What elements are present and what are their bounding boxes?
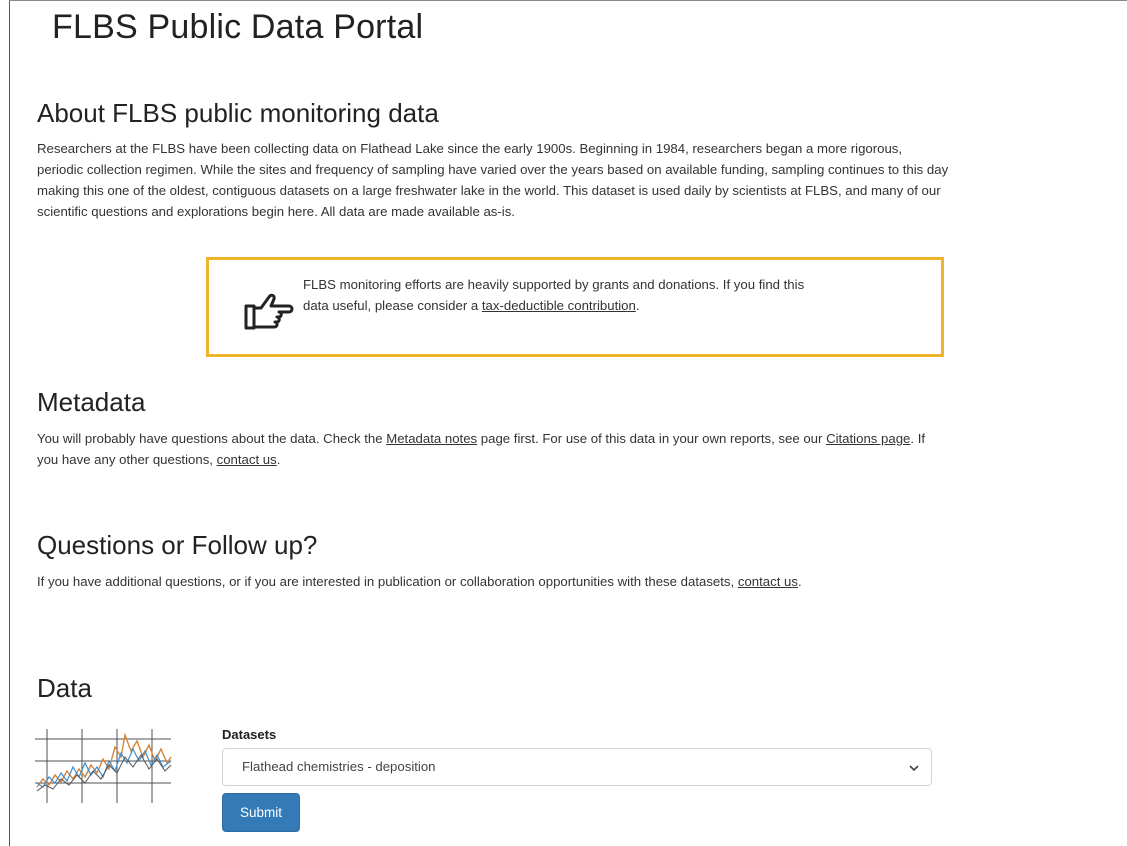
page-frame-top-border [9, 0, 1127, 1]
page-frame-left-border [9, 0, 10, 846]
about-line: Researchers at the FLBS have been collec… [37, 141, 903, 156]
about-line: periodic collection regimen. While the s… [37, 162, 949, 177]
questions-contact-us-link[interactable]: contact us [738, 574, 798, 589]
about-line: scientific questions and explorations be… [37, 204, 515, 219]
datasets-label: Datasets [222, 727, 277, 742]
about-line: making this one of the oldest, contiguou… [37, 183, 941, 198]
timeseries-thumbnail-icon [35, 729, 172, 803]
callout-text-prefix: data useful, please consider a [303, 298, 482, 313]
pointing-hand-icon [244, 293, 294, 330]
metadata-heading: Metadata [37, 387, 146, 417]
callout-line: FLBS monitoring efforts are heavily supp… [303, 277, 805, 292]
donation-callout: FLBS monitoring efforts are heavily supp… [206, 257, 944, 357]
about-heading: About FLBS public monitoring data [37, 98, 439, 128]
metadata-text: You will probably have questions about t… [37, 431, 387, 446]
tax-deductible-contribution-link[interactable]: tax-deductible contribution [482, 298, 636, 313]
metadata-contact-us-link[interactable]: contact us [217, 452, 277, 467]
citations-page-link[interactable]: Citations page [826, 431, 910, 446]
callout-text-suffix: . [635, 298, 640, 313]
metadata-text: page first. For use of this data in your… [477, 431, 827, 446]
questions-text: . [797, 574, 802, 589]
questions-heading: Questions or Follow up? [37, 530, 318, 560]
about-paragraph: Researchers at the FLBS have been collec… [37, 138, 1122, 222]
page-title: FLBS Public Data Portal [52, 8, 424, 46]
metadata-text: . If [910, 431, 926, 446]
callout-line: data useful, please consider a tax-deduc… [303, 295, 913, 316]
metadata-line: you have any other questions, contact us… [37, 449, 1122, 470]
datasets-selected-value: Flathead chemistries - deposition [242, 759, 436, 774]
metadata-line: You will probably have questions about t… [37, 428, 1122, 449]
questions-paragraph: If you have additional questions, or if … [37, 571, 1122, 592]
submit-button[interactable]: Submit [222, 793, 300, 832]
data-heading: Data [37, 673, 92, 703]
callout-text: FLBS monitoring efforts are heavily supp… [303, 274, 913, 316]
datasets-select[interactable]: Flathead chemistries - deposition [222, 748, 932, 786]
chevron-down-icon [909, 765, 919, 772]
metadata-text: . [276, 452, 281, 467]
questions-text: If you have additional questions, or if … [37, 574, 738, 589]
metadata-text: you have any other questions, [37, 452, 217, 467]
metadata-notes-link[interactable]: Metadata notes [386, 431, 477, 446]
metadata-paragraph: You will probably have questions about t… [37, 428, 1122, 470]
